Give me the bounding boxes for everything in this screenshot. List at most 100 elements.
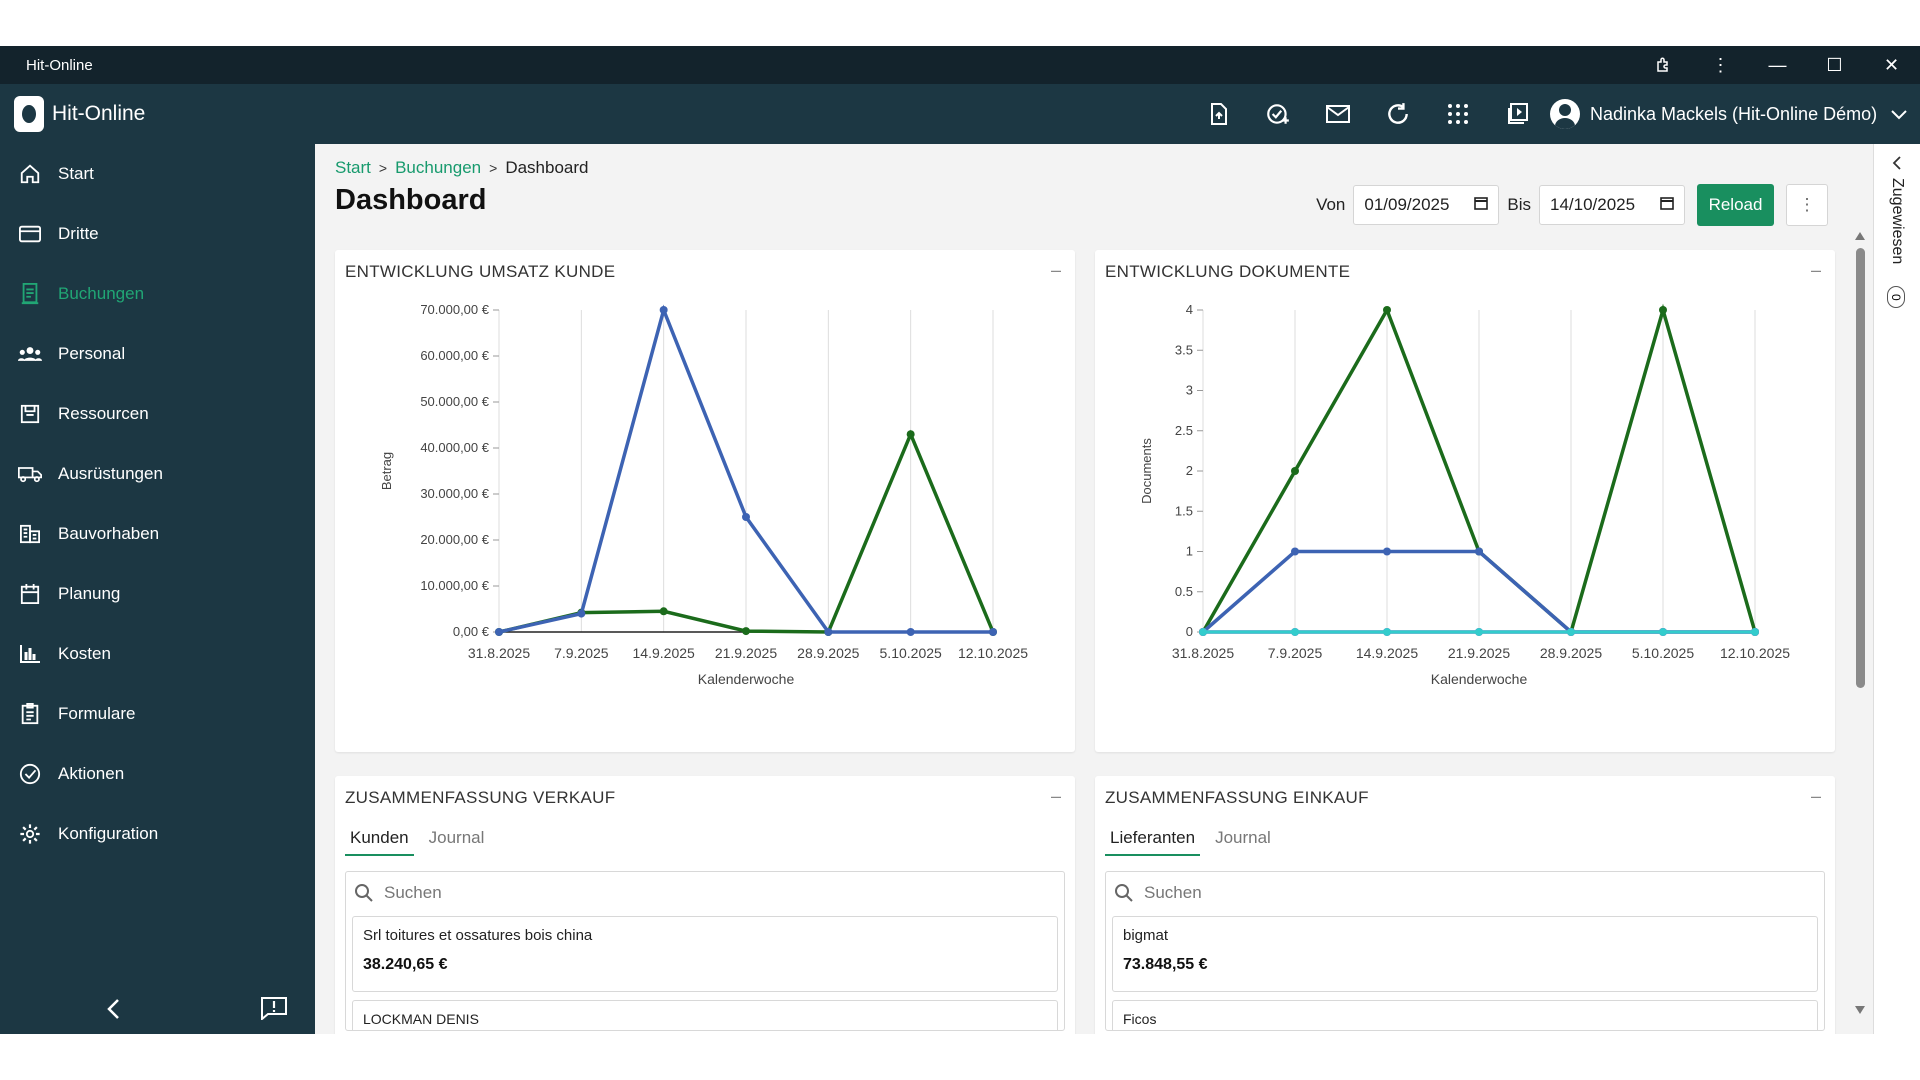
- app-logo[interactable]: Hit-Online: [14, 96, 145, 132]
- tab-journal[interactable]: Journal: [1210, 828, 1276, 856]
- sidebar: Start Dritte Buchungen Personal Ressourc…: [0, 144, 315, 1034]
- feedback-icon[interactable]: [260, 996, 288, 1025]
- y-tick-label: 60.000,00 €: [420, 348, 489, 363]
- search-input[interactable]: Suchen: [346, 872, 1064, 914]
- y-tick-label: 0: [1186, 624, 1193, 639]
- x-tick-label: 21.9.2025: [1448, 645, 1510, 661]
- x-tick-label: 31.8.2025: [1172, 645, 1234, 661]
- y-tick-label: 0,00 €: [453, 624, 490, 639]
- calendar-box-icon: [18, 402, 42, 426]
- scroll-up-icon[interactable]: [1855, 232, 1865, 240]
- sidebar-item-ausruestungen[interactable]: Ausrüstungen: [0, 444, 315, 504]
- sidebar-item-formulare[interactable]: Formulare: [0, 684, 315, 744]
- list-item[interactable]: LOCKMAN DENIS: [352, 1000, 1058, 1030]
- sidebar-item-label: Konfiguration: [58, 824, 159, 843]
- breadcrumb-current: Dashboard: [505, 158, 589, 177]
- data-point: [1383, 547, 1391, 556]
- data-point: [1199, 628, 1207, 636]
- extension-icon[interactable]: [1635, 46, 1692, 84]
- sidebar-item-aktionen[interactable]: Aktionen: [0, 744, 315, 804]
- y-tick-label: 3.5: [1175, 342, 1193, 357]
- refresh-icon[interactable]: [1368, 84, 1428, 144]
- data-point: [659, 306, 668, 314]
- data-point: [1659, 306, 1667, 314]
- more-vertical-icon[interactable]: ⋮: [1692, 46, 1749, 84]
- page-title: Dashboard: [335, 184, 487, 216]
- collapse-sidebar-icon[interactable]: [106, 998, 120, 1025]
- people-icon: [18, 342, 42, 366]
- x-axis-label: Kalenderwoche: [698, 671, 795, 687]
- y-tick-label: 4: [1186, 302, 1193, 317]
- user-menu[interactable]: Nadinka Mackels (Hit-Online Démo): [1550, 84, 1907, 144]
- bis-label: Bis: [1507, 195, 1531, 214]
- search-input[interactable]: Suchen: [1106, 872, 1824, 914]
- scroll-down-icon[interactable]: [1855, 1006, 1865, 1014]
- card-umsatz: ENTWICKLUNG UMSATZ KUNDE – 0,00 € 10.000,…: [335, 250, 1075, 752]
- bis-date-input[interactable]: 14/10/2025: [1539, 185, 1685, 225]
- avatar: [1550, 99, 1580, 129]
- apps-grid-icon[interactable]: [1428, 84, 1488, 144]
- y-tick-label: 10.000,00 €: [420, 578, 489, 593]
- x-tick-label: 28.9.2025: [797, 645, 859, 661]
- data-point: [906, 628, 915, 636]
- sidebar-item-label: Start: [58, 164, 94, 183]
- collapse-icon[interactable]: –: [1811, 260, 1821, 281]
- chevron-left-icon[interactable]: [1892, 156, 1902, 170]
- calendar-icon[interactable]: [1474, 195, 1489, 215]
- sidebar-item-bauvorhaben[interactable]: Bauvorhaben: [0, 504, 315, 564]
- list-item[interactable]: Srl toitures et ossatures bois china 38.…: [352, 916, 1058, 992]
- x-tick-label: 7.9.2025: [554, 645, 609, 661]
- list-item[interactable]: bigmat 73.848,55 €: [1112, 916, 1818, 992]
- task-add-icon[interactable]: [1248, 84, 1308, 144]
- sidebar-item-kosten[interactable]: Kosten: [0, 624, 315, 684]
- list-item-name: LOCKMAN DENIS: [363, 1011, 479, 1027]
- close-icon[interactable]: ✕: [1863, 46, 1920, 84]
- tab-journal[interactable]: Journal: [424, 828, 490, 856]
- sidebar-item-personal[interactable]: Personal: [0, 324, 315, 384]
- home-icon: [18, 162, 42, 186]
- reload-button[interactable]: Reload: [1697, 184, 1774, 226]
- sidebar-item-ressourcen[interactable]: Ressourcen: [0, 384, 315, 444]
- logo-icon: [14, 96, 44, 132]
- card-dokumente: ENTWICKLUNG DOKUMENTE – 0 0.5 1 1.5 2 2.5 3 3.5…: [1095, 250, 1835, 752]
- main-scrollbar[interactable]: [1853, 232, 1867, 1014]
- collapse-icon[interactable]: –: [1811, 786, 1821, 807]
- sidebar-item-buchungen[interactable]: Buchungen: [0, 264, 315, 324]
- search-placeholder: Suchen: [384, 883, 442, 902]
- calendar-icon[interactable]: [1660, 195, 1674, 215]
- breadcrumb-buchungen[interactable]: Buchungen: [395, 158, 481, 178]
- list-item[interactable]: Ficos: [1112, 1000, 1818, 1030]
- mail-icon[interactable]: [1308, 84, 1368, 144]
- customer-list: Suchen Srl toitures et ossatures bois ch…: [345, 871, 1065, 1031]
- app-name: Hit-Online: [52, 102, 146, 125]
- card-einkauf: ZUSAMMENFASSUNG EINKAUF – Lieferanten Jo…: [1095, 776, 1835, 1034]
- card-verkauf: ZUSAMMENFASSUNG VERKAUF – Kunden Journal…: [335, 776, 1075, 1034]
- maximize-icon[interactable]: ☐: [1806, 46, 1863, 84]
- data-point: [1383, 628, 1391, 636]
- search-icon: [355, 884, 373, 902]
- more-vertical-icon[interactable]: ⋮: [1786, 184, 1828, 226]
- sidebar-item-dritte[interactable]: Dritte: [0, 204, 315, 264]
- breadcrumb-start[interactable]: Start: [335, 158, 371, 178]
- assigned-panel[interactable]: Zugewiesen 0: [1873, 144, 1920, 1034]
- sidebar-item-konfiguration[interactable]: Konfiguration: [0, 804, 315, 864]
- data-point: [1291, 628, 1299, 636]
- von-date-input[interactable]: 01/09/2025: [1353, 185, 1500, 225]
- minimize-icon[interactable]: —: [1749, 46, 1806, 84]
- y-tick-label: 1.5: [1175, 503, 1193, 518]
- x-axis-label: Kalenderwoche: [1431, 671, 1528, 687]
- tab-kunden[interactable]: Kunden: [345, 828, 414, 856]
- tab-lieferanten[interactable]: Lieferanten: [1105, 828, 1201, 856]
- app-window: Hit-Online ⋮ — ☐ ✕ Hit-Online Nadinka Ma…: [0, 46, 1920, 1034]
- sidebar-item-planung[interactable]: Planung: [0, 564, 315, 624]
- y-tick-label: 70.000,00 €: [420, 302, 489, 317]
- gear-icon: [18, 822, 42, 846]
- data-point: [1475, 547, 1483, 556]
- scroll-thumb[interactable]: [1856, 248, 1865, 688]
- sidebar-item-start[interactable]: Start: [0, 144, 315, 204]
- document-upload-icon[interactable]: [1188, 84, 1248, 144]
- collapse-icon[interactable]: –: [1051, 786, 1061, 807]
- collapse-icon[interactable]: –: [1051, 260, 1061, 281]
- presentation-play-icon[interactable]: [1488, 84, 1548, 144]
- von-label: Von: [1316, 195, 1346, 214]
